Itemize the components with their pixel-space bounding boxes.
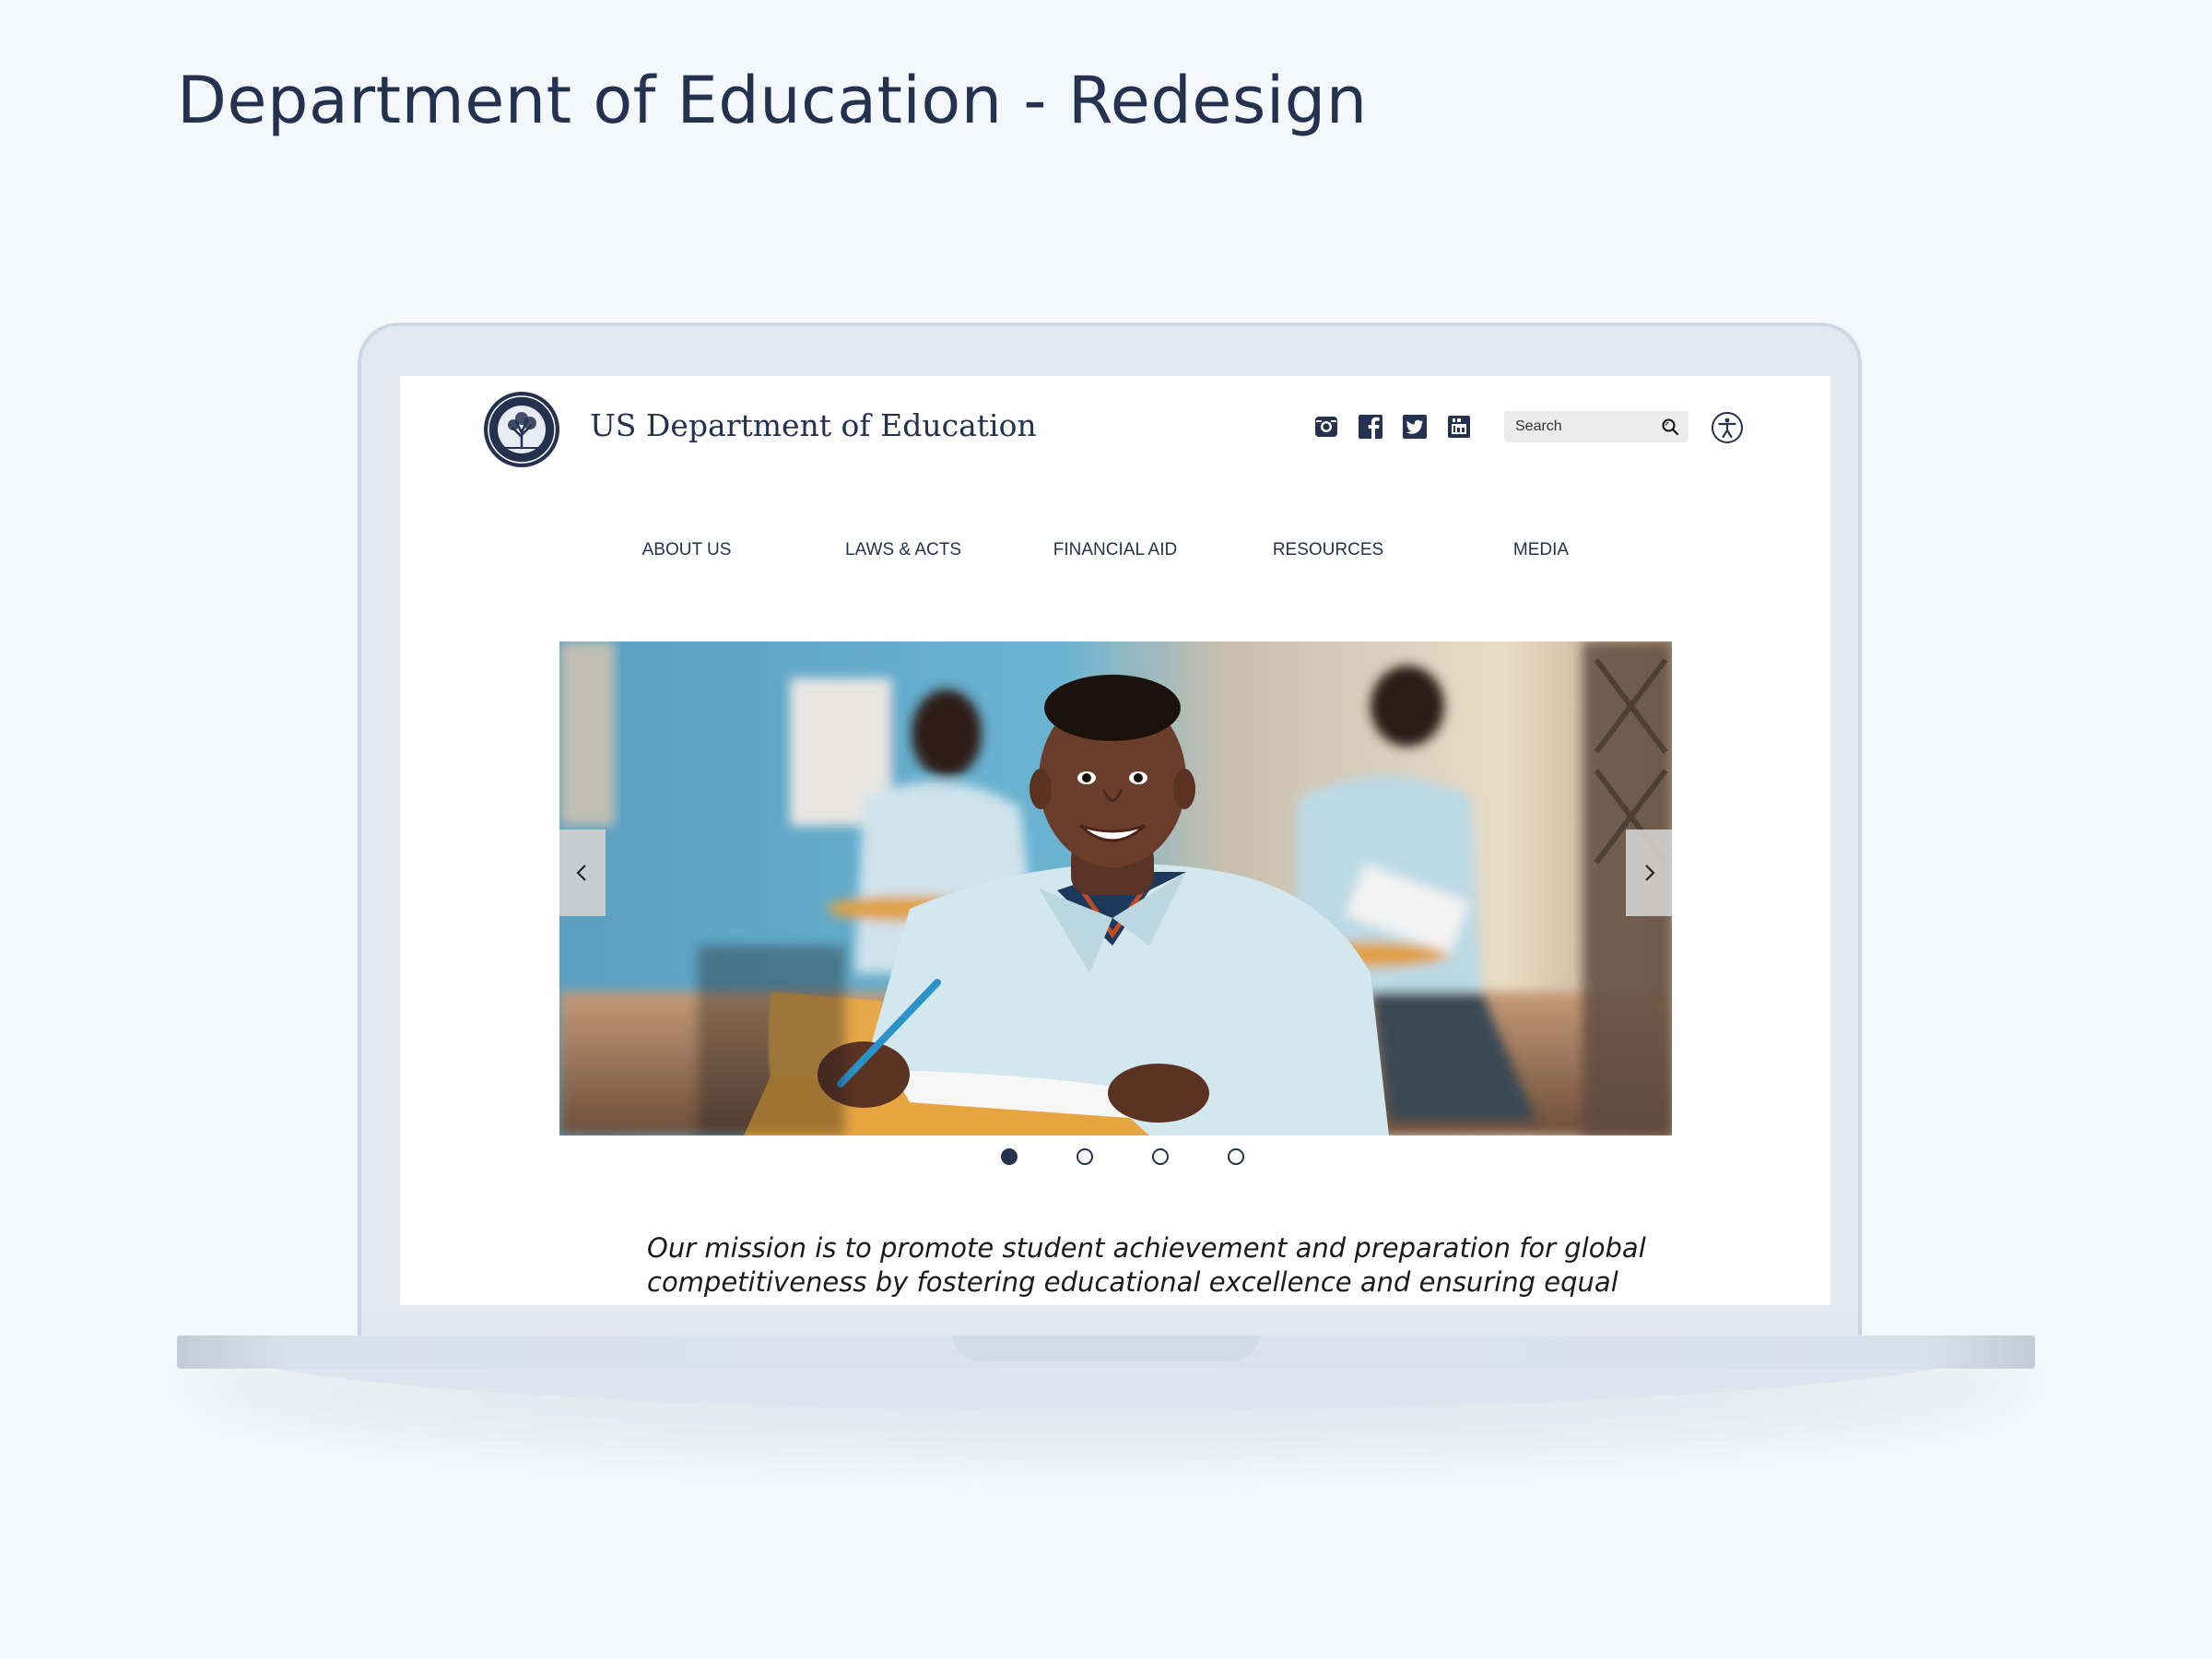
nav-laws-acts[interactable]: LAWS & ACTS [845,540,961,560]
carousel-dot-2[interactable] [1077,1148,1093,1165]
carousel-dot-3[interactable] [1152,1148,1169,1165]
chevron-left-icon [576,865,586,881]
nav-media[interactable]: MEDIA [1513,540,1569,560]
carousel-next-button[interactable] [1626,830,1672,916]
instagram-icon[interactable] [1312,413,1340,441]
page-title: Department of Education - Redesign [177,63,1368,138]
carousel-dot-4[interactable] [1228,1148,1244,1165]
accessibility-icon[interactable] [1711,411,1744,444]
nav-financial-aid[interactable]: FINANCIAL AID [1053,540,1177,560]
twitter-icon[interactable] [1401,413,1429,441]
department-seal-logo[interactable] [483,391,560,468]
mission-line-2: competitiveness by fostering educational… [647,1266,1618,1305]
laptop-screen: US Department of Education Search ABOUT … [400,376,1830,1305]
mission-line-1: Our mission is to promote student achiev… [647,1232,1646,1264]
site-header: US Department of Education [400,376,1830,487]
facebook-icon[interactable] [1357,413,1384,441]
nav-resources[interactable]: RESOURCES [1273,540,1383,560]
carousel-dot-1[interactable] [1001,1148,1018,1165]
search-icon[interactable] [1661,418,1679,436]
search-box [1504,411,1688,442]
nav-about-us[interactable]: ABOUT US [642,540,732,560]
hero-image-classroom-student [559,641,1672,1135]
hero-carousel [559,641,1672,1135]
carousel-prev-button[interactable] [559,830,606,916]
youtube-icon[interactable] [1445,413,1473,441]
laptop-notch [953,1335,1259,1361]
brand-name[interactable]: US Department of Education [590,407,1037,443]
mission-statement: Our mission is to promote student achiev… [647,1231,1661,1305]
search-input[interactable] [1504,411,1652,442]
chevron-right-icon [1645,865,1655,881]
